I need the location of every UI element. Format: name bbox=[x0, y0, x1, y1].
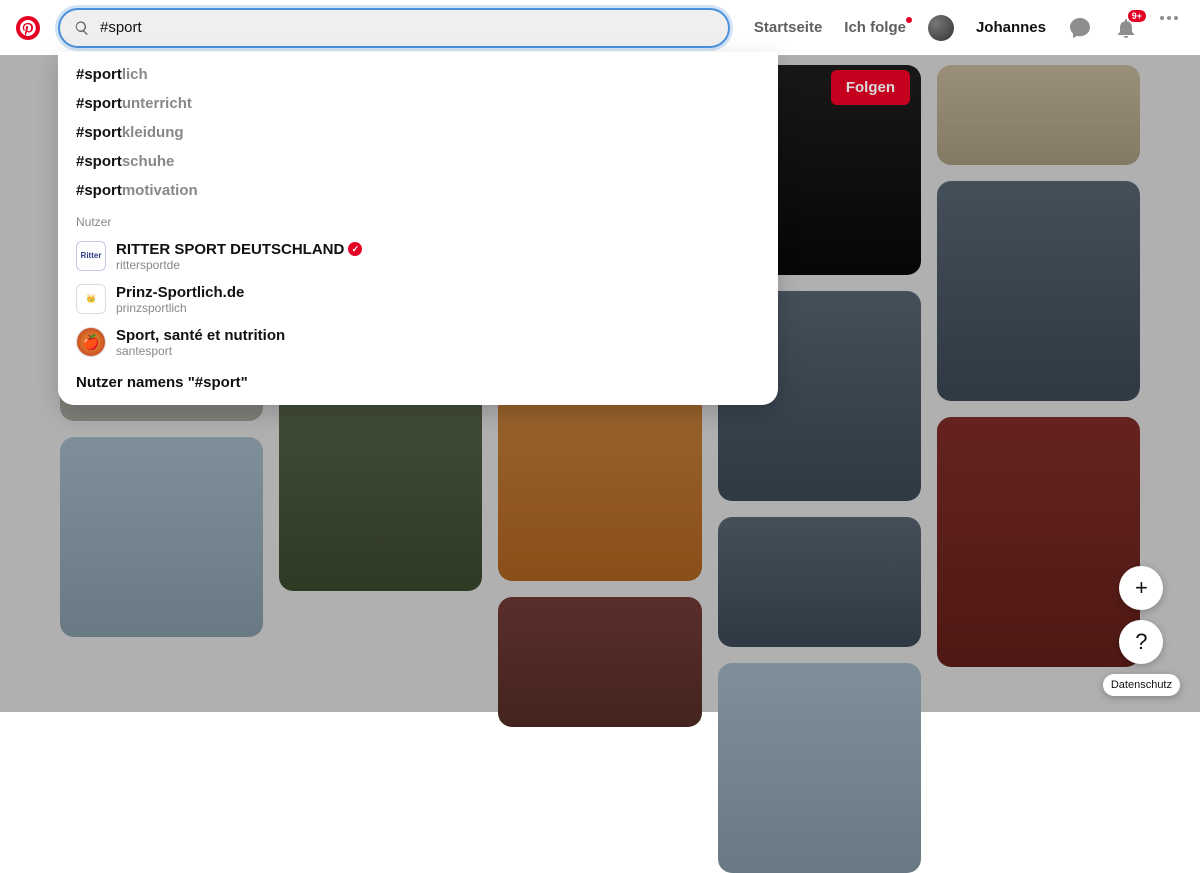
suggestion-rest: schuhe bbox=[122, 153, 175, 170]
suggestion-item[interactable]: #sportlich bbox=[58, 60, 778, 89]
suggestion-match: #sport bbox=[76, 124, 122, 141]
suggestion-rest: kleidung bbox=[122, 124, 184, 141]
search-box[interactable] bbox=[58, 8, 730, 48]
dropdown-section-label: Nutzer bbox=[58, 205, 778, 235]
suggestion-match: #sport bbox=[76, 95, 122, 112]
suggestion-user[interactable]: 👑 Prinz-Sportlich.de prinzsportlich bbox=[58, 278, 778, 321]
suggestion-item[interactable]: #sportunterricht bbox=[58, 89, 778, 118]
user-name-label[interactable]: Johannes bbox=[976, 19, 1046, 36]
pin[interactable] bbox=[498, 597, 701, 727]
messages-icon[interactable] bbox=[1068, 16, 1092, 40]
pin[interactable] bbox=[498, 381, 701, 581]
suggestion-match: #sport bbox=[76, 66, 122, 83]
search-icon bbox=[74, 20, 90, 36]
floating-actions: + ? Datenschutz bbox=[1103, 566, 1180, 696]
more-menu-icon[interactable] bbox=[1160, 16, 1184, 40]
suggestion-match: #sport bbox=[76, 182, 122, 199]
suggestion-user[interactable]: 🍎 Sport, santé et nutrition santesport bbox=[58, 321, 778, 364]
dropdown-footer-link[interactable]: Nutzer namens "#sport" bbox=[58, 364, 778, 391]
search-input[interactable] bbox=[100, 19, 714, 36]
pin[interactable] bbox=[937, 65, 1140, 165]
suggestion-item[interactable]: #sportmotivation bbox=[58, 176, 778, 205]
pin[interactable] bbox=[279, 381, 482, 591]
suggestion-match: #sport bbox=[76, 153, 122, 170]
user-handle: rittersportde bbox=[116, 258, 362, 272]
suggestion-user[interactable]: Ritter RITTER SPORT DEUTSCHLAND rittersp… bbox=[58, 235, 778, 278]
user-avatar: 🍎 bbox=[76, 327, 106, 357]
suggestion-item[interactable]: #sportkleidung bbox=[58, 118, 778, 147]
suggestion-rest: lich bbox=[122, 66, 148, 83]
suggestion-item[interactable]: #sportschuhe bbox=[58, 147, 778, 176]
pin[interactable] bbox=[718, 517, 921, 647]
user-avatar: 👑 bbox=[76, 284, 106, 314]
user-name: RITTER SPORT DEUTSCHLAND bbox=[116, 241, 344, 258]
header-bar: #sportlich #sportunterricht #sportkleidu… bbox=[0, 0, 1200, 55]
notification-badge: 9+ bbox=[1128, 10, 1146, 22]
help-button[interactable]: ? bbox=[1119, 620, 1163, 664]
pin[interactable] bbox=[718, 663, 921, 873]
user-avatar[interactable] bbox=[928, 15, 954, 41]
search-autocomplete-dropdown: #sportlich #sportunterricht #sportkleidu… bbox=[58, 52, 778, 405]
nav-following-label: Ich folge bbox=[844, 19, 906, 36]
nav-following[interactable]: Ich folge bbox=[844, 19, 906, 36]
add-button[interactable]: + bbox=[1119, 566, 1163, 610]
user-avatar: Ritter bbox=[76, 241, 106, 271]
pin[interactable] bbox=[60, 437, 263, 637]
notification-dot-icon bbox=[906, 17, 912, 23]
notifications-icon[interactable]: 9+ bbox=[1114, 16, 1138, 40]
user-handle: santesport bbox=[116, 344, 285, 358]
header-nav: Startseite Ich folge Johannes 9+ bbox=[754, 15, 1184, 41]
verified-badge-icon bbox=[348, 242, 362, 256]
suggestion-rest: unterricht bbox=[122, 95, 192, 112]
nav-home[interactable]: Startseite bbox=[754, 19, 822, 36]
privacy-link[interactable]: Datenschutz bbox=[1103, 674, 1180, 696]
user-name: Sport, santé et nutrition bbox=[116, 327, 285, 344]
suggestion-rest: motivation bbox=[122, 182, 198, 199]
user-handle: prinzsportlich bbox=[116, 301, 244, 315]
user-name: Prinz-Sportlich.de bbox=[116, 284, 244, 301]
pin[interactable] bbox=[937, 181, 1140, 401]
pinterest-logo[interactable] bbox=[16, 16, 40, 40]
search-wrapper: #sportlich #sportunterricht #sportkleidu… bbox=[58, 8, 730, 48]
follow-button[interactable]: Folgen bbox=[831, 70, 910, 105]
